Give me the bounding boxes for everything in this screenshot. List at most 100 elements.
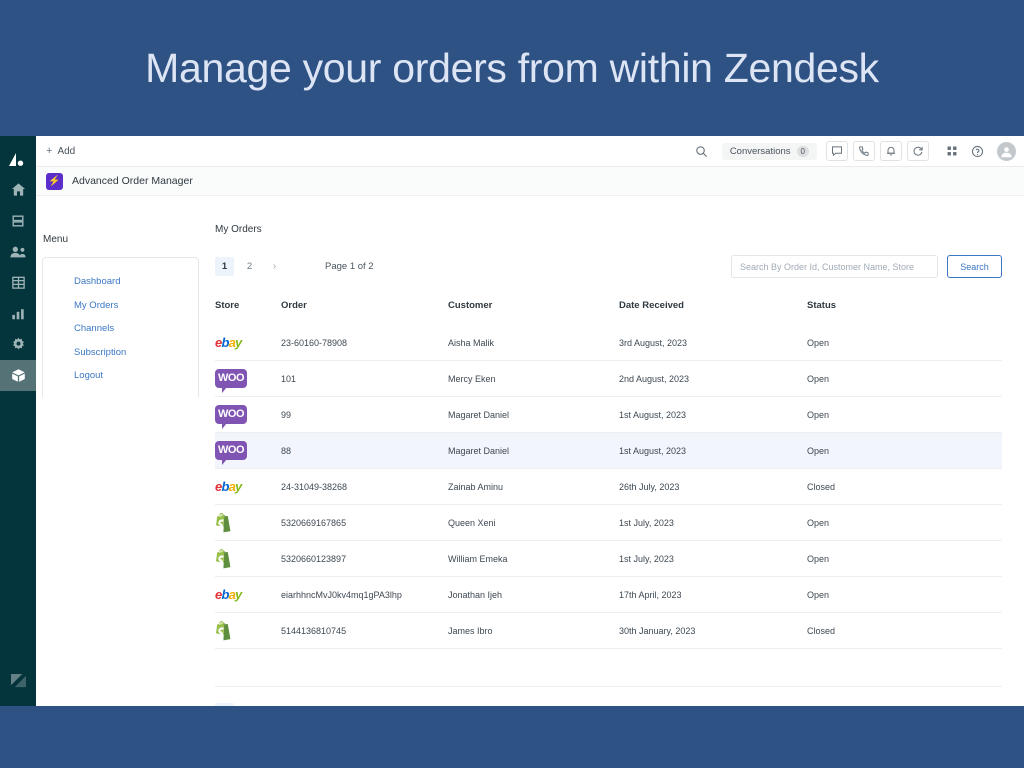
- cell-status: Open: [807, 540, 1002, 577]
- left-rail: [0, 136, 36, 706]
- search-button[interactable]: Search: [947, 255, 1002, 278]
- cell-customer: William Emeka: [448, 540, 619, 577]
- cell-customer: James Ibro: [448, 612, 619, 649]
- table-row[interactable]: WOO 99 Magaret Daniel 1st August, 2023 Open: [215, 396, 1002, 433]
- organizations-icon[interactable]: [0, 267, 36, 298]
- cell-customer: Queen Xeni: [448, 504, 619, 541]
- menu-item-logout[interactable]: Logout: [74, 370, 198, 381]
- cell-order: 5320660123897: [281, 540, 448, 577]
- views-icon[interactable]: [0, 205, 36, 236]
- ebay-logo-icon: ebay: [215, 335, 242, 350]
- cell-date: 30th January, 2023: [619, 612, 807, 649]
- menu-item-my-orders[interactable]: My Orders: [74, 300, 198, 311]
- search-area: Search: [731, 255, 1002, 278]
- orders-table: Store Order Customer Date Received Statu…: [215, 300, 1002, 649]
- grid-icon[interactable]: [940, 141, 963, 161]
- menu-item-dashboard[interactable]: Dashboard: [74, 276, 198, 287]
- conversations-label: Conversations: [729, 145, 791, 157]
- cell-order: 88: [281, 432, 448, 469]
- cell-order: 5320669167865: [281, 504, 448, 541]
- table-row[interactable]: 5144136810745 James Ibro 30th January, 202…: [215, 612, 1002, 649]
- menu-item-subscription[interactable]: Subscription: [74, 347, 198, 358]
- refresh-icon[interactable]: [907, 141, 929, 161]
- column-header-status: Status: [807, 300, 837, 311]
- orders-panel: My Orders 1 2 › Page 1 of 2 Search By Or…: [213, 196, 1024, 722]
- cell-order: 99: [281, 396, 448, 433]
- cell-customer: Magaret Daniel: [448, 396, 619, 433]
- cell-store: [215, 504, 281, 541]
- ebay-logo-icon: ebay: [215, 479, 242, 494]
- cell-store: WOO: [215, 360, 281, 397]
- menu-item-channels[interactable]: Channels: [74, 323, 198, 334]
- orders-toolbar: 1 2 › Page 1 of 2 Search: [215, 255, 1002, 278]
- add-tab-button[interactable]: + Add: [46, 145, 76, 157]
- table-row[interactable]: WOO 88 Magaret Daniel 1st August, 2023 Open: [215, 432, 1002, 469]
- gear-icon[interactable]: [0, 329, 36, 360]
- help-icon[interactable]: [966, 141, 989, 161]
- shopify-logo-icon: [216, 620, 231, 640]
- orders-table-body: ebay 23-60160-78908 Aisha Malik 3rd August,…: [215, 325, 1002, 649]
- app-title: Advanced Order Manager: [72, 175, 193, 187]
- chat-icon[interactable]: [826, 141, 848, 161]
- zendesk-mark-icon[interactable]: [0, 144, 36, 174]
- cell-store: ebay: [215, 468, 281, 505]
- ebay-logo-icon: ebay: [215, 587, 242, 602]
- table-empty-area: [215, 649, 1002, 687]
- customers-icon[interactable]: [0, 236, 36, 267]
- table-row[interactable]: 5320669167865 Queen Xeni 1st July, 2023 Ope…: [215, 504, 1002, 541]
- conversations-pill[interactable]: Conversations 0: [721, 142, 817, 160]
- home-icon[interactable]: [0, 174, 36, 205]
- search-input[interactable]: [731, 255, 938, 278]
- cell-order: 24-31049-38268: [281, 468, 448, 505]
- cell-status: Closed: [807, 468, 1002, 505]
- table-row[interactable]: WOO 101 Mercy Eken 2nd August, 2023 Open: [215, 360, 1002, 397]
- cell-status: Open: [807, 396, 1002, 433]
- bell-icon[interactable]: [880, 141, 902, 161]
- cell-customer: Aisha Malik: [448, 325, 619, 361]
- cell-date: 1st July, 2023: [619, 504, 807, 541]
- apps-box-icon[interactable]: [0, 360, 36, 391]
- app-area: + Add Conversations 0 ⚡ Advanced Order M…: [36, 136, 1024, 722]
- chart-icon[interactable]: [0, 298, 36, 329]
- cell-date: 26th July, 2023: [619, 468, 807, 505]
- search-icon[interactable]: [690, 141, 713, 161]
- chevron-right-icon[interactable]: ›: [265, 257, 284, 276]
- advanced-order-manager-logo-icon: ⚡: [46, 172, 63, 190]
- cell-status: Open: [807, 576, 1002, 613]
- zendesk-wordmark-icon: [0, 665, 36, 696]
- cell-date: 17th April, 2023: [619, 576, 807, 613]
- table-row[interactable]: ebay 24-31049-38268 Zainab Aminu 26th July,…: [215, 468, 1002, 505]
- page-title: My Orders: [215, 224, 262, 235]
- cell-store: ebay: [215, 325, 281, 361]
- cell-store: WOO: [215, 432, 281, 469]
- table-row[interactable]: ebay eiarhhncMvJ0kv4mq1gPA3lhp Jonathan Ij…: [215, 576, 1002, 613]
- table-row[interactable]: ebay 23-60160-78908 Aisha Malik 3rd August,…: [215, 325, 1002, 361]
- toolbar-actions: Conversations 0: [690, 141, 1016, 161]
- app-logo-glyph: ⚡: [48, 175, 61, 187]
- page-button-2[interactable]: 2: [240, 257, 259, 276]
- user-avatar[interactable]: [997, 141, 1016, 161]
- column-header-customer: Customer: [448, 300, 493, 311]
- cell-status: Open: [807, 432, 1002, 469]
- cell-store: ebay: [215, 576, 281, 613]
- page-button-1[interactable]: 1: [215, 257, 234, 276]
- menu-panel: Menu Dashboard My Orders Channels Subscr…: [36, 196, 213, 706]
- cell-order: eiarhhncMvJ0kv4mq1gPA3lhp: [281, 576, 448, 613]
- cell-customer: Zainab Aminu: [448, 468, 619, 505]
- cell-date: 1st August, 2023: [619, 432, 807, 469]
- cell-status: Open: [807, 325, 1002, 361]
- woocommerce-logo-icon: WOO: [215, 441, 247, 465]
- cell-status: Open: [807, 360, 1002, 397]
- page-indicator-top: Page 1 of 2: [325, 261, 374, 272]
- cell-date: 3rd August, 2023: [619, 325, 807, 361]
- table-row[interactable]: 5320660123897 William Emeka 1st July, 2023…: [215, 540, 1002, 577]
- phone-icon[interactable]: [853, 141, 875, 161]
- cell-order: 5144136810745: [281, 612, 448, 649]
- top-toolbar: + Add Conversations 0: [36, 136, 1024, 167]
- app-body: Menu Dashboard My Orders Channels Subscr…: [36, 196, 1024, 722]
- add-tab-label: Add: [57, 145, 76, 157]
- cell-customer: Jonathan Ijeh: [448, 576, 619, 613]
- menu-card: Dashboard My Orders Channels Subscriptio…: [42, 257, 199, 397]
- conversations-count-badge: 0: [796, 145, 809, 157]
- woocommerce-logo-icon: WOO: [215, 405, 247, 429]
